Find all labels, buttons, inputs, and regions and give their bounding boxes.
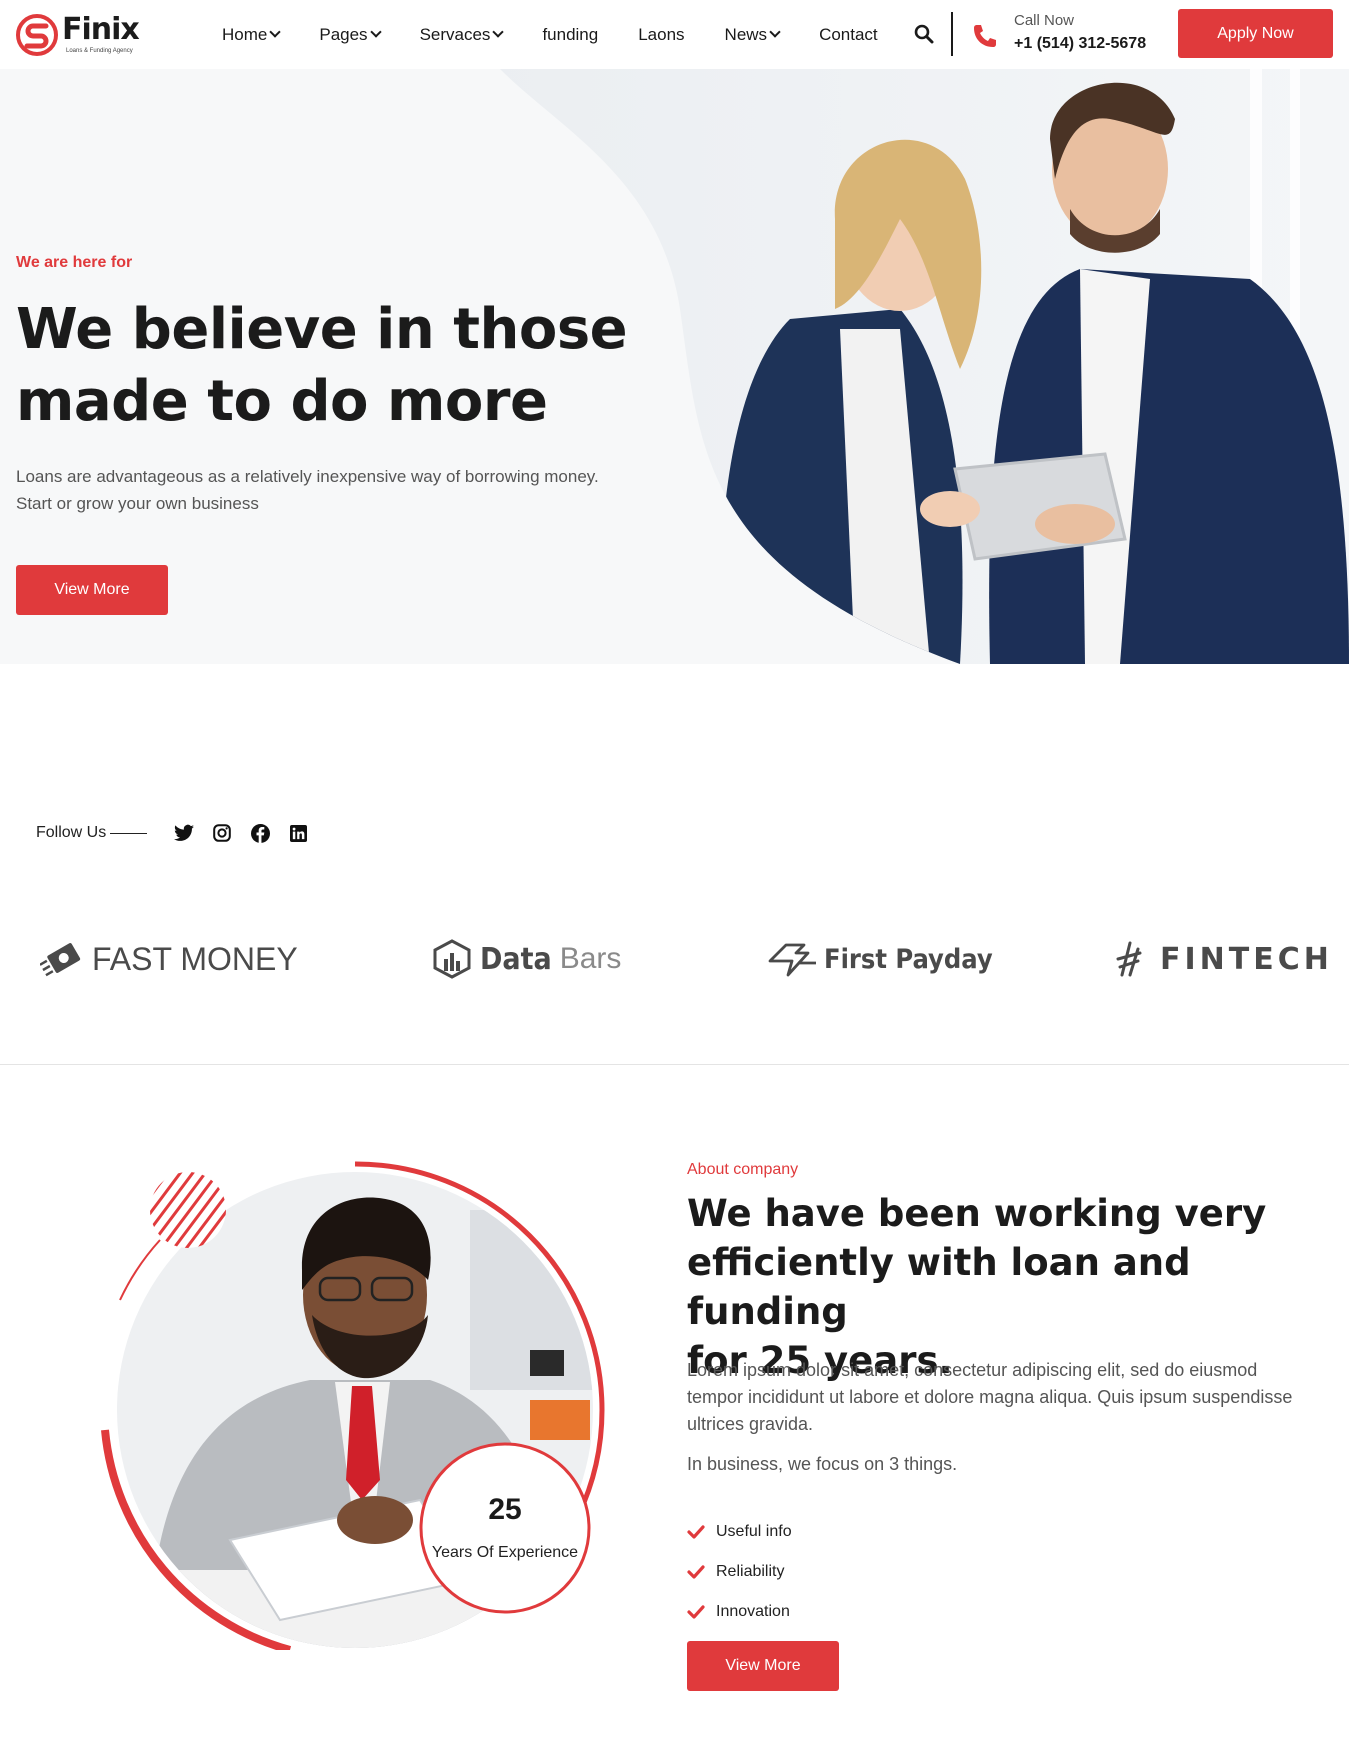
site-header: Finix Loans & Funding Agency Home Pages … (0, 0, 1349, 69)
about-description: Lorem ipsum dolor sit amet, consectetur … (687, 1357, 1327, 1438)
call-phone-number[interactable]: +1 (514) 312-5678 (1014, 35, 1146, 53)
chevron-down-icon (492, 26, 505, 38)
chevron-down-icon (269, 26, 282, 38)
apply-now-button[interactable]: Apply Now (1178, 9, 1333, 58)
nav-label: Home (222, 24, 268, 44)
hero-description: Loans are advantageous as a relatively i… (16, 463, 656, 517)
about-desc-line: Lorem ipsum dolor sit amet, consectetur … (687, 1360, 1258, 1380)
hero-eyebrow: We are here for (16, 254, 133, 271)
search-icon[interactable] (914, 24, 934, 44)
brand-name: Finix (62, 12, 140, 47)
nav-item-home[interactable]: Home (222, 24, 282, 45)
brand-name-fast-money: FAST MONEY (92, 940, 298, 977)
check-icon (687, 1565, 705, 1579)
about-view-more-button[interactable]: View More (687, 1641, 839, 1691)
header-divider (951, 12, 953, 56)
about-title-line: efficiently with loan and funding (687, 1241, 1191, 1333)
focus-checklist: Useful info Reliability Innovation (687, 1512, 792, 1632)
nav-label: Pages (319, 24, 368, 44)
nav-item-contact[interactable]: Contact (819, 25, 878, 45)
checklist-label: Innovation (716, 1603, 790, 1620)
brand-name-fintech: FINTECH (1160, 941, 1333, 977)
brand-name-first-payday: First Payday (824, 943, 993, 975)
nav-item-funding[interactable]: funding (542, 25, 598, 45)
fintech-logo-icon (1116, 941, 1142, 977)
chevron-down-icon (769, 26, 781, 38)
follow-us-bar: Follow Us (36, 822, 325, 844)
brand-name-data: Data (480, 941, 552, 977)
man-signing-document-photo (101, 1161, 605, 1650)
hero-desc-line: Loans are advantageous as a relatively i… (16, 467, 599, 486)
call-now-label: Call Now (1014, 12, 1075, 29)
hero-title-line: We believe in those (16, 297, 628, 362)
data-bars-logo-icon (433, 939, 471, 979)
phone-icon[interactable] (971, 22, 999, 50)
linkedin-icon[interactable] (287, 822, 309, 844)
about-title-line: We have been working very (687, 1192, 1267, 1235)
about-eyebrow: About company (687, 1161, 799, 1178)
follow-us-label: Follow Us (36, 824, 107, 841)
brand-tagline: Loans & Funding Agency (66, 48, 133, 54)
follow-divider (110, 832, 148, 834)
brand-logo-data-bars: Data Bars (430, 935, 621, 983)
about-title: We have been working very efficiently wi… (687, 1189, 1327, 1385)
brand-logo[interactable]: Finix Loans & Funding Agency (16, 12, 156, 58)
brand-name-bars: Bars (559, 942, 622, 975)
about-desc-line: ultrices gravida. (687, 1414, 814, 1434)
nav-label: funding (542, 24, 599, 44)
list-item: Innovation (687, 1592, 792, 1632)
main-nav: Home Pages Servaces funding Laons News C… (222, 0, 918, 69)
list-item: Useful info (687, 1512, 792, 1552)
nav-item-services[interactable]: Servaces (419, 24, 505, 45)
about-desc-line: tempor incididunt ut labore et dolore ma… (687, 1387, 1293, 1407)
nav-item-news[interactable]: News (724, 24, 781, 45)
list-item: Reliability (687, 1552, 792, 1592)
nav-label: Contact (819, 24, 878, 44)
experience-years-label: Years Of Experience (431, 1544, 579, 1561)
nav-item-pages[interactable]: Pages (319, 24, 382, 45)
nav-label: Servaces (419, 24, 491, 44)
hero-title-line: made to do more (16, 369, 548, 434)
about-focus-text: In business, we focus on 3 things. (687, 1454, 958, 1474)
brand-logo-fintech: FINTECH (1114, 935, 1333, 983)
nav-label: News (724, 24, 768, 44)
hero-title: We believe in those made to do more (16, 294, 656, 438)
check-icon (687, 1605, 705, 1619)
chevron-down-icon (369, 26, 382, 38)
section-divider (0, 1064, 1349, 1065)
checklist-label: Reliability (716, 1563, 785, 1580)
nav-item-loans[interactable]: Laons (638, 25, 684, 45)
hero-section: We are here for We believe in those made… (0, 69, 1349, 664)
nav-label: Laons (638, 24, 685, 44)
fast-money-logo-icon (40, 943, 81, 977)
brand-logo-first-payday: First Payday (768, 935, 993, 983)
first-payday-logo-icon (768, 943, 816, 977)
twitter-icon[interactable] (173, 822, 195, 844)
instagram-icon[interactable] (211, 822, 233, 844)
check-icon (687, 1525, 705, 1539)
hero-desc-line: Start or grow your own business (16, 494, 259, 513)
hero-view-more-button[interactable]: View More (16, 565, 168, 615)
experience-years-number: 25 (488, 1493, 522, 1526)
finix-s-mark-icon (16, 14, 58, 56)
brand-logo-fast-money: FAST MONEY (40, 935, 298, 983)
facebook-icon[interactable] (249, 822, 271, 844)
checklist-label: Useful info (716, 1523, 792, 1540)
